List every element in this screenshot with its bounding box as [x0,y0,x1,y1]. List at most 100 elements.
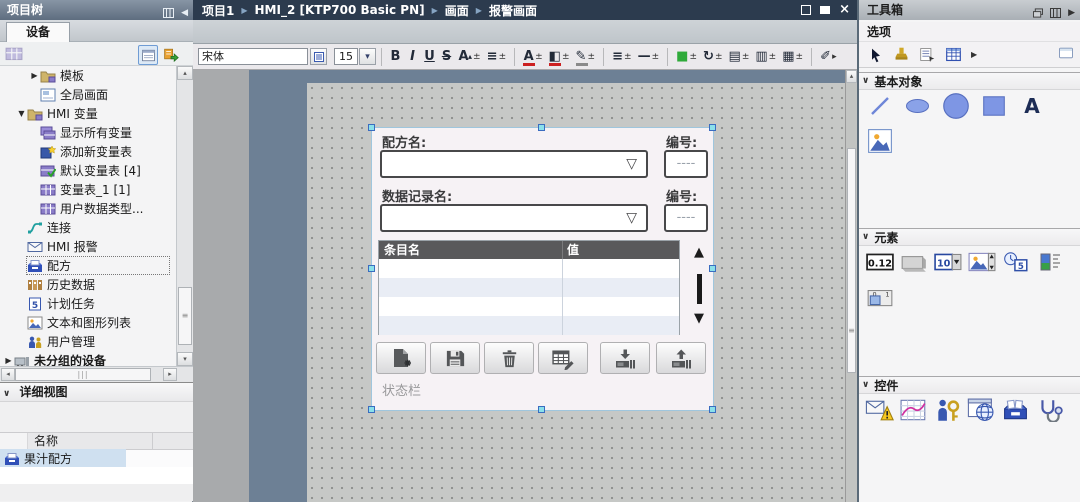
selection-handle[interactable] [368,124,375,131]
section-basic-objects[interactable]: ∨ 基本对象 [859,72,1080,90]
border-color-button[interactable]: ✎ ± [575,46,595,68]
tree-item[interactable]: ▶ 未分组的设备 [0,351,176,366]
rotation-button[interactable]: ↻ ± [703,46,723,68]
table-tool-icon[interactable] [945,46,962,63]
cursor-tool-icon[interactable] [868,46,884,64]
export-icon-icon[interactable] [162,45,180,63]
ellipse-tool[interactable] [903,92,932,119]
tree-item[interactable]: 5 计划任务 [0,294,176,313]
recipe-view-widget[interactable]: 配方名: ▽ 编号: ---- 数据记录名: ▽ 编号: ---- 条目名 值 [371,127,714,411]
circle-tool[interactable] [941,92,970,119]
tree-horizontal-scrollbar[interactable]: ◂ ||| ▸ [0,366,193,382]
tree-item[interactable]: 全局画面 [0,85,176,104]
font-color-button[interactable]: A ± [523,46,543,68]
detail-view-row[interactable]: 果汁配方 [0,449,193,468]
screen-canvas[interactable]: 配方名: ▽ 编号: ---- 数据记录名: ▽ 编号: ---- 条目名 值 [193,70,857,502]
scroll-up-icon[interactable]: ▴ [177,66,193,80]
maximize-window-icon[interactable] [820,6,831,14]
details-icon-icon[interactable] [138,45,158,65]
selection-handle[interactable] [709,406,716,413]
text-field-tool[interactable]: A [1017,92,1046,119]
record-name-dropdown[interactable]: ▽ [380,204,648,232]
line-width-button[interactable]: — ± [638,46,660,68]
tree-item[interactable]: 用户管理 [0,332,176,351]
expand-panel-icon[interactable]: ▶ [1068,3,1075,23]
tree-expand-icon[interactable]: ▶ [3,356,14,365]
tree-item[interactable]: 默认变量表 [4] [0,161,176,180]
tree-item[interactable]: 连接 [0,218,176,237]
tree-hscroll-thumb[interactable]: ||| [15,368,151,381]
tree-vertical-scrollbar[interactable]: ▴ ≡ ▾ [176,66,193,366]
arrange-button[interactable]: ▤ ± [729,46,750,68]
strikethrough-button[interactable]: S [441,46,452,68]
tree-item[interactable]: ▼ HMI 变量 [0,104,176,123]
format-painter-button[interactable]: ✐ ▸ [820,46,836,68]
tree-item[interactable]: 历史数据 [0,275,176,294]
more-tools-icon[interactable]: ▶ [971,50,977,59]
softkey-tool-icon[interactable] [919,46,936,63]
recipe-view-ctl-tool[interactable] [1001,396,1030,423]
record-number-field[interactable]: ---- [664,204,708,232]
tree-item[interactable]: 配方 [0,256,176,275]
tree-item[interactable]: HMI 报警 [0,237,176,256]
bar-el-tool[interactable] [1035,248,1064,275]
line-tool[interactable] [865,92,894,119]
tree-item[interactable]: ▶ 模板 [0,66,176,85]
selection-handle[interactable] [709,124,716,131]
italic-button[interactable]: I [407,46,418,68]
symbolic-io-field-tool[interactable]: 10 [933,248,962,275]
tab-devices[interactable]: 设备 [6,22,70,43]
alignment-button[interactable]: ≡ ± [487,46,507,68]
tree-item[interactable]: 文本和图形列表 [0,313,176,332]
rename-data-record-button[interactable] [538,342,588,374]
align-objects-button[interactable]: ▥ ± [755,46,776,68]
rectangle-tool[interactable] [979,92,1008,119]
tree-scroll-thumb[interactable]: ≡ [178,287,192,345]
layout-tool-icon[interactable] [1058,45,1074,61]
fill-color-button[interactable]: ■ ± [676,46,697,68]
scroll-down-icon[interactable]: ▾ [177,352,193,366]
io-field-tool[interactable]: 0.12 [865,248,894,275]
breadcrumb-item[interactable]: 项目1 [202,2,234,19]
float-window-icon[interactable] [801,3,815,15]
recipe-table-row[interactable] [379,297,679,316]
recipe-entries-table[interactable]: 条目名 值 [378,240,680,335]
tree-item[interactable]: 用户数据类型... [0,199,176,218]
user-view-tool[interactable] [933,396,962,423]
selection-handle[interactable] [368,406,375,413]
scroll-right-icon[interactable]: ▸ [163,368,177,381]
date-time-field-tool[interactable]: 5 [1001,248,1030,275]
alarm-view-tool[interactable] [865,396,894,423]
delete-data-record-button[interactable] [484,342,534,374]
stamp-tool-icon[interactable] [893,46,910,63]
selection-handle[interactable] [538,406,545,413]
canvas-vertical-scrollbar[interactable]: ▴ ≡ [845,70,857,502]
new-data-record-button[interactable] [376,342,426,374]
scroll-up-icon[interactable]: ▴ [846,70,857,83]
distribute-button[interactable]: ▦ ± [782,46,803,68]
font-size-input[interactable]: 15 [334,48,358,65]
button-el-tool[interactable] [899,248,928,275]
underline-button[interactable]: U [424,46,435,68]
breadcrumb-item[interactable]: 报警画面 [489,2,537,19]
table-scroll-thumb[interactable] [697,274,702,304]
selection-handle[interactable] [709,265,716,272]
font-size-dropdown-icon[interactable]: ▾ [359,48,376,65]
download-to-plc-button[interactable] [600,342,650,374]
breadcrumb-item[interactable]: 画面 [445,2,469,19]
table-scroll-down-icon[interactable]: ▼ [690,312,708,326]
line-style-button[interactable]: ≡ ± [612,46,632,68]
save-data-record-button[interactable] [430,342,480,374]
recipe-table-row[interactable] [379,278,679,297]
font-size-button[interactable]: A ▴ ± [458,46,480,68]
font-list-icon[interactable] [310,48,327,65]
trend-view-tool[interactable] [899,396,928,423]
selection-handle[interactable] [538,124,545,131]
font-name-input[interactable]: 宋体 [198,48,308,65]
tree-expand-icon[interactable]: ▶ [29,71,40,80]
tree-item[interactable]: 添加新变量表 [0,142,176,161]
graphic-view-tool[interactable] [865,127,894,154]
section-controls[interactable]: ∨ 控件 [859,376,1080,394]
breadcrumb-item[interactable]: HMI_2 [KTP700 Basic PN] [255,3,425,17]
dock-icon[interactable] [1050,8,1062,18]
